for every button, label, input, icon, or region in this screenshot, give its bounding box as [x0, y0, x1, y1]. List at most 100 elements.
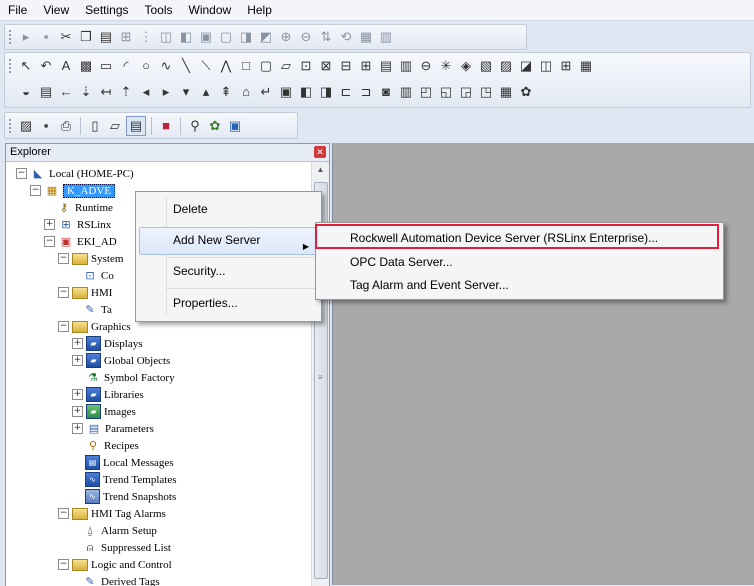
zoom-in-icon[interactable]: ⊕ [277, 28, 295, 46]
menu-window[interactable]: Window [181, 0, 240, 20]
language-icon[interactable]: ◰ [417, 83, 435, 101]
tree-item-symbol-factory[interactable]: ⚗ Symbol Factory [85, 369, 175, 386]
layer-up-icon[interactable]: ◨ [237, 28, 255, 46]
text-icon[interactable]: A [57, 57, 75, 75]
layer-down-icon[interactable]: ◩ [257, 28, 275, 46]
print-alarm-icon[interactable]: ◳ [477, 83, 495, 101]
shutdown-icon[interactable]: ▥ [397, 83, 415, 101]
tree-item-hmi[interactable]: − HMI [58, 284, 112, 301]
tree-item-logic-and-control[interactable]: − Logic and Control [58, 556, 172, 573]
toolbar-grip[interactable] [8, 29, 12, 45]
front-icon[interactable]: ▣ [197, 28, 215, 46]
ungroup-icon[interactable]: ◧ [177, 28, 195, 46]
tree-item-hmi-tag-alarms[interactable]: − HMI Tag Alarms [58, 505, 166, 522]
tree-item-local-messages[interactable]: ▤ Local Messages [85, 454, 174, 471]
tree-item-co[interactable]: ⊡ Co [82, 267, 113, 284]
diag-icon[interactable]: ▦ [497, 83, 515, 101]
bar-graph-icon[interactable]: ✳ [437, 57, 455, 75]
expand-icon[interactable]: + [72, 406, 83, 417]
login-icon[interactable]: ⊐ [357, 83, 375, 101]
zoom-out-icon[interactable]: ⊖ [297, 28, 315, 46]
polygon-icon[interactable]: ⋀ [217, 57, 235, 75]
tree-item-application[interactable]: − ▦ K_ADVE [30, 182, 115, 199]
arrow-up-bar-icon[interactable]: ⇡ [117, 83, 135, 101]
collapse-icon[interactable]: − [58, 321, 69, 332]
alarm-banner-icon[interactable]: ◪ [517, 57, 535, 75]
diagnostics-icon[interactable]: ▣ [226, 117, 244, 135]
new-icon[interactable]: ▯ [86, 117, 104, 135]
menu-tools[interactable]: Tools [137, 0, 181, 20]
tag-browser-icon[interactable]: ✿ [206, 117, 224, 135]
window-icon[interactable]: ▥ [377, 28, 395, 46]
tree-item-recipes[interactable]: ⚲ Recipes [85, 437, 139, 454]
ack-icon[interactable]: ◱ [437, 83, 455, 101]
tree-item-libraries[interactable]: + ▰ Libraries [72, 386, 144, 403]
arc-icon[interactable]: ◜ [117, 57, 135, 75]
latch-icon[interactable]: ⊞ [357, 57, 375, 75]
tree-item-trend-snapshots[interactable]: ∿ Trend Snapshots [85, 488, 176, 505]
menu-item-security[interactable]: Security... [173, 264, 225, 278]
close-icon[interactable]: ✕ [314, 146, 326, 158]
collapse-icon[interactable]: − [30, 185, 41, 196]
alarm-table-icon[interactable]: ▨ [497, 57, 515, 75]
expand-icon[interactable]: + [72, 423, 83, 434]
button-icon[interactable]: ⊡ [297, 57, 315, 75]
menu-item-delete[interactable]: Delete [173, 202, 208, 216]
tree-item-runtime[interactable]: ⚷ Runtime [56, 199, 113, 216]
numeric-input-icon[interactable]: ▤ [377, 57, 395, 75]
freehand-icon[interactable]: ↶ [37, 57, 55, 75]
arrow-back-icon[interactable]: ↤ [97, 83, 115, 101]
menu-item-properties[interactable]: Properties... [173, 296, 238, 310]
stop-icon[interactable]: ▪ [37, 28, 55, 46]
back-icon[interactable]: ▢ [217, 28, 235, 46]
rotate-icon[interactable]: ⟲ [337, 28, 355, 46]
recipe-icon[interactable]: ◫ [537, 57, 555, 75]
collapse-icon[interactable]: − [58, 253, 69, 264]
tree-item-suppressed-list[interactable]: ⍝ Suppressed List [82, 539, 171, 556]
print-icon[interactable]: ⎙ [57, 117, 75, 135]
list-icon[interactable]: ▤ [37, 83, 55, 101]
group-icon[interactable]: ◫ [157, 28, 175, 46]
menu-settings[interactable]: Settings [77, 0, 136, 20]
tree-item-eki[interactable]: − ▣ EKI_AD [44, 233, 117, 250]
tree-item-system[interactable]: − System [58, 250, 123, 267]
select-icon[interactable]: ↖ [17, 57, 35, 75]
tree-item-displays[interactable]: + ▰ Displays [72, 335, 143, 352]
square-icon[interactable]: □ [237, 57, 255, 75]
curve-icon[interactable]: ∿ [157, 57, 175, 75]
line-icon[interactable]: ╲ [177, 57, 195, 75]
chart-icon[interactable]: ▦ [577, 57, 595, 75]
tree-item-derived-tags[interactable]: ✎ Derived Tags [82, 573, 159, 586]
grid-icon[interactable]: ⋮ [137, 28, 155, 46]
goto-display-icon[interactable]: ◧ [297, 83, 315, 101]
collapse-icon[interactable]: − [58, 508, 69, 519]
tree-item-images[interactable]: + ▰ Images [72, 403, 136, 420]
rectangle-icon[interactable]: ▭ [97, 57, 115, 75]
paste-icon[interactable]: ▤ [97, 28, 115, 46]
return-icon[interactable]: ⊏ [337, 83, 355, 101]
test-display-icon[interactable]: ■ [157, 117, 175, 135]
up-icon[interactable]: ▴ [197, 83, 215, 101]
logout-icon[interactable]: ◙ [377, 83, 395, 101]
collapse-icon[interactable]: − [58, 287, 69, 298]
tree-item-local[interactable]: − ◣ Local (HOME-PC) [16, 165, 134, 182]
flip-icon[interactable]: ⇅ [317, 28, 335, 46]
page-up-icon[interactable]: ⇞ [217, 83, 235, 101]
arrow-down-bar-icon[interactable]: ⇣ [77, 83, 95, 101]
expand-icon[interactable]: + [72, 355, 83, 366]
push-button-icon[interactable]: ⊠ [317, 57, 335, 75]
collapse-icon[interactable]: − [44, 236, 55, 247]
collapse-icon[interactable]: − [58, 559, 69, 570]
macro-icon[interactable]: ⊞ [557, 57, 575, 75]
save-display-icon[interactable]: ▣ [277, 83, 295, 101]
tree-item-global-objects[interactable]: + ▰ Global Objects [72, 352, 170, 369]
gauge-icon[interactable]: ◈ [457, 57, 475, 75]
submenu-item-tag-alarm[interactable]: Tag Alarm and Event Server... [350, 278, 509, 292]
tree-item-graphics[interactable]: − Graphics [58, 318, 131, 335]
enter-icon[interactable]: ↵ [257, 83, 275, 101]
tree-item-rslinx[interactable]: + ⊞ RSLinx [44, 216, 111, 233]
open-icon[interactable]: ▱ [106, 117, 124, 135]
expand-icon[interactable]: + [72, 389, 83, 400]
properties-icon[interactable]: ▨ [17, 117, 35, 135]
menu-help[interactable]: Help [239, 0, 280, 20]
